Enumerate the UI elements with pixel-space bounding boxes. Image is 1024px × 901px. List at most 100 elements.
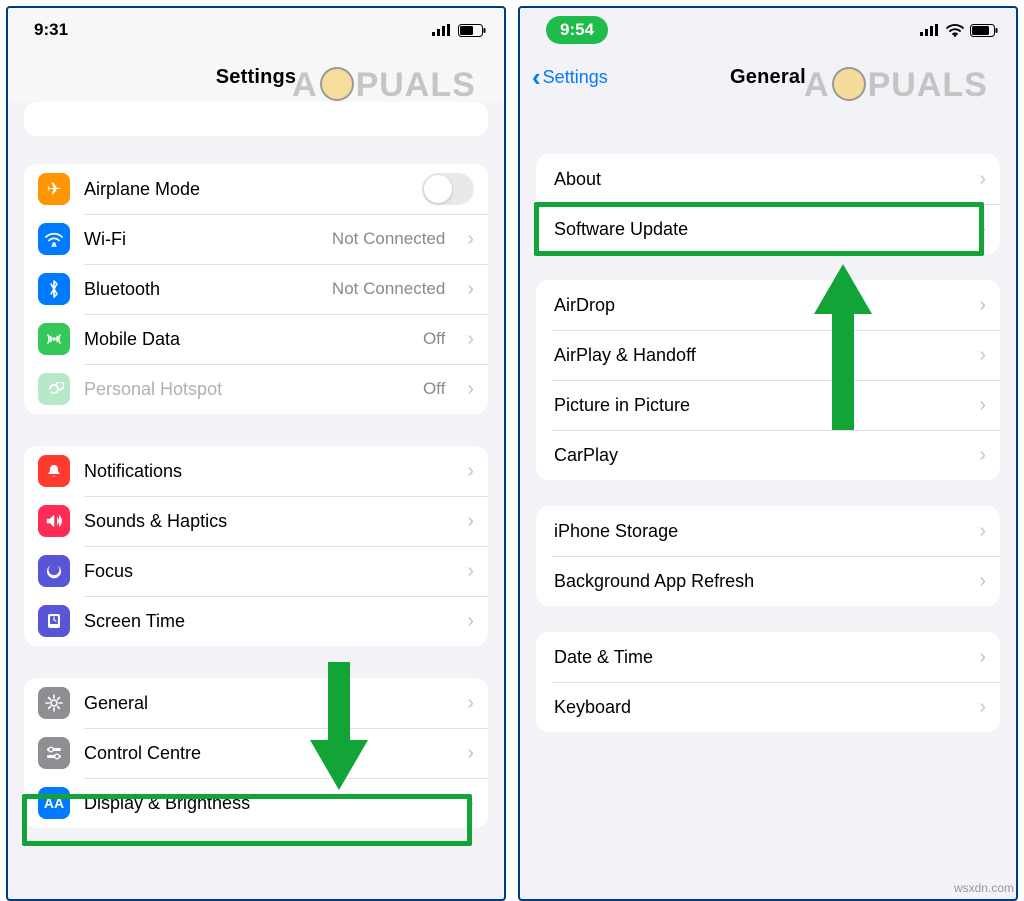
row-focus[interactable]: Focus › xyxy=(24,546,488,596)
footer-url: wsxdn.com xyxy=(954,881,1014,895)
chevron-right-icon: › xyxy=(467,610,474,633)
chevron-right-icon: › xyxy=(979,294,986,317)
cellular-signal-icon xyxy=(432,24,452,36)
group-attention: Notifications › Sounds & Haptics › Focus… xyxy=(24,446,488,646)
sounds-icon xyxy=(38,505,70,537)
row-value: Not Connected xyxy=(332,229,445,249)
chevron-right-icon: › xyxy=(979,696,986,719)
row-label: Keyboard xyxy=(554,697,957,718)
row-airdrop[interactable]: AirDrop › xyxy=(536,280,1000,330)
status-bar: 9:31 xyxy=(8,8,504,52)
antenna-icon xyxy=(38,323,70,355)
screen-time-icon xyxy=(38,605,70,637)
battery-icon xyxy=(970,24,998,37)
chevron-right-icon: › xyxy=(467,228,474,251)
chevron-right-icon: › xyxy=(467,278,474,301)
group-datetime: Date & Time › Keyboard › xyxy=(536,632,1000,732)
airplane-toggle[interactable] xyxy=(422,173,474,205)
phone-general: 9:54 ‹ Settings General A xyxy=(518,6,1018,901)
row-about[interactable]: About › xyxy=(536,154,1000,204)
status-time-pill: 9:54 xyxy=(546,16,608,44)
group-network: ✈ Airplane Mode Wi-Fi Not Connected › xyxy=(24,164,488,414)
row-picture-in-picture[interactable]: Picture in Picture › xyxy=(536,380,1000,430)
status-indicators xyxy=(920,24,998,37)
row-label: Background App Refresh xyxy=(554,571,957,592)
chevron-right-icon: › xyxy=(979,520,986,543)
back-button[interactable]: ‹ Settings xyxy=(532,64,608,90)
phone-settings-root: 9:31 Settings A PUALS ✈ Airpl xyxy=(6,6,506,901)
cellular-signal-icon xyxy=(920,24,940,36)
row-label: iPhone Storage xyxy=(554,521,957,542)
chevron-right-icon: › xyxy=(467,510,474,533)
group-storage: iPhone Storage › Background App Refresh … xyxy=(536,506,1000,606)
row-airplay-handoff[interactable]: AirPlay & Handoff › xyxy=(536,330,1000,380)
hotspot-icon xyxy=(38,373,70,405)
gear-icon xyxy=(38,687,70,719)
group-about: About › Software Update › xyxy=(536,154,1000,254)
row-label: Picture in Picture xyxy=(554,395,957,416)
bluetooth-icon xyxy=(38,273,70,305)
row-label: Software Update xyxy=(554,219,957,240)
group-sharing: AirDrop › AirPlay & Handoff › Picture in… xyxy=(536,280,1000,480)
chevron-right-icon: › xyxy=(467,328,474,351)
chevron-right-icon: › xyxy=(467,692,474,715)
row-iphone-storage[interactable]: iPhone Storage › xyxy=(536,506,1000,556)
notifications-icon xyxy=(38,455,70,487)
row-sounds-haptics[interactable]: Sounds & Haptics › xyxy=(24,496,488,546)
wifi-icon xyxy=(946,24,964,37)
row-label: Wi-Fi xyxy=(84,229,318,250)
row-label: Notifications xyxy=(84,461,445,482)
chevron-right-icon: › xyxy=(467,792,474,815)
row-label: Control Centre xyxy=(84,743,445,764)
status-time: 9:31 xyxy=(34,20,68,40)
row-keyboard[interactable]: Keyboard › xyxy=(536,682,1000,732)
row-value: Off xyxy=(423,329,445,349)
row-label: General xyxy=(84,693,445,714)
nav-header: ‹ Settings General xyxy=(520,52,1016,102)
row-screen-time[interactable]: Screen Time › xyxy=(24,596,488,646)
row-date-time[interactable]: Date & Time › xyxy=(536,632,1000,682)
page-title: General xyxy=(730,66,806,89)
airplane-icon: ✈ xyxy=(38,173,70,205)
row-display-brightness[interactable]: AA Display & Brightness › xyxy=(24,778,488,828)
row-notifications[interactable]: Notifications › xyxy=(24,446,488,496)
chevron-right-icon: › xyxy=(979,646,986,669)
row-control-centre[interactable]: Control Centre › xyxy=(24,728,488,778)
row-label: Personal Hotspot xyxy=(84,379,409,400)
chevron-right-icon: › xyxy=(979,444,986,467)
row-software-update[interactable]: Software Update › xyxy=(536,204,1000,254)
row-bluetooth[interactable]: Bluetooth Not Connected › xyxy=(24,264,488,314)
row-background-app-refresh[interactable]: Background App Refresh › xyxy=(536,556,1000,606)
row-value: Off xyxy=(423,379,445,399)
row-label: Focus xyxy=(84,561,445,582)
control-centre-icon xyxy=(38,737,70,769)
display-icon: AA xyxy=(38,787,70,819)
row-value: Not Connected xyxy=(332,279,445,299)
row-wifi[interactable]: Wi-Fi Not Connected › xyxy=(24,214,488,264)
chevron-right-icon: › xyxy=(979,570,986,593)
focus-icon xyxy=(38,555,70,587)
row-label: AirDrop xyxy=(554,295,957,316)
row-label: Sounds & Haptics xyxy=(84,511,445,532)
row-label: Bluetooth xyxy=(84,279,318,300)
chevron-right-icon: › xyxy=(467,460,474,483)
row-airplane-mode[interactable]: ✈ Airplane Mode xyxy=(24,164,488,214)
status-indicators xyxy=(432,24,486,37)
row-label: CarPlay xyxy=(554,445,957,466)
profile-card-placeholder[interactable] xyxy=(24,102,488,136)
row-label: About xyxy=(554,169,957,190)
battery-icon xyxy=(458,24,486,37)
back-label: Settings xyxy=(543,67,608,88)
chevron-right-icon: › xyxy=(467,742,474,765)
row-general[interactable]: General › xyxy=(24,678,488,728)
row-personal-hotspot[interactable]: Personal Hotspot Off › xyxy=(24,364,488,414)
chevron-right-icon: › xyxy=(979,394,986,417)
chevron-right-icon: › xyxy=(979,168,986,191)
row-carplay[interactable]: CarPlay › xyxy=(536,430,1000,480)
row-label: AirPlay & Handoff xyxy=(554,345,957,366)
chevron-right-icon: › xyxy=(979,218,986,241)
group-system: General › Control Centre › AA Display & … xyxy=(24,678,488,828)
chevron-right-icon: › xyxy=(467,378,474,401)
row-label: Date & Time xyxy=(554,647,957,668)
row-mobile-data[interactable]: Mobile Data Off › xyxy=(24,314,488,364)
